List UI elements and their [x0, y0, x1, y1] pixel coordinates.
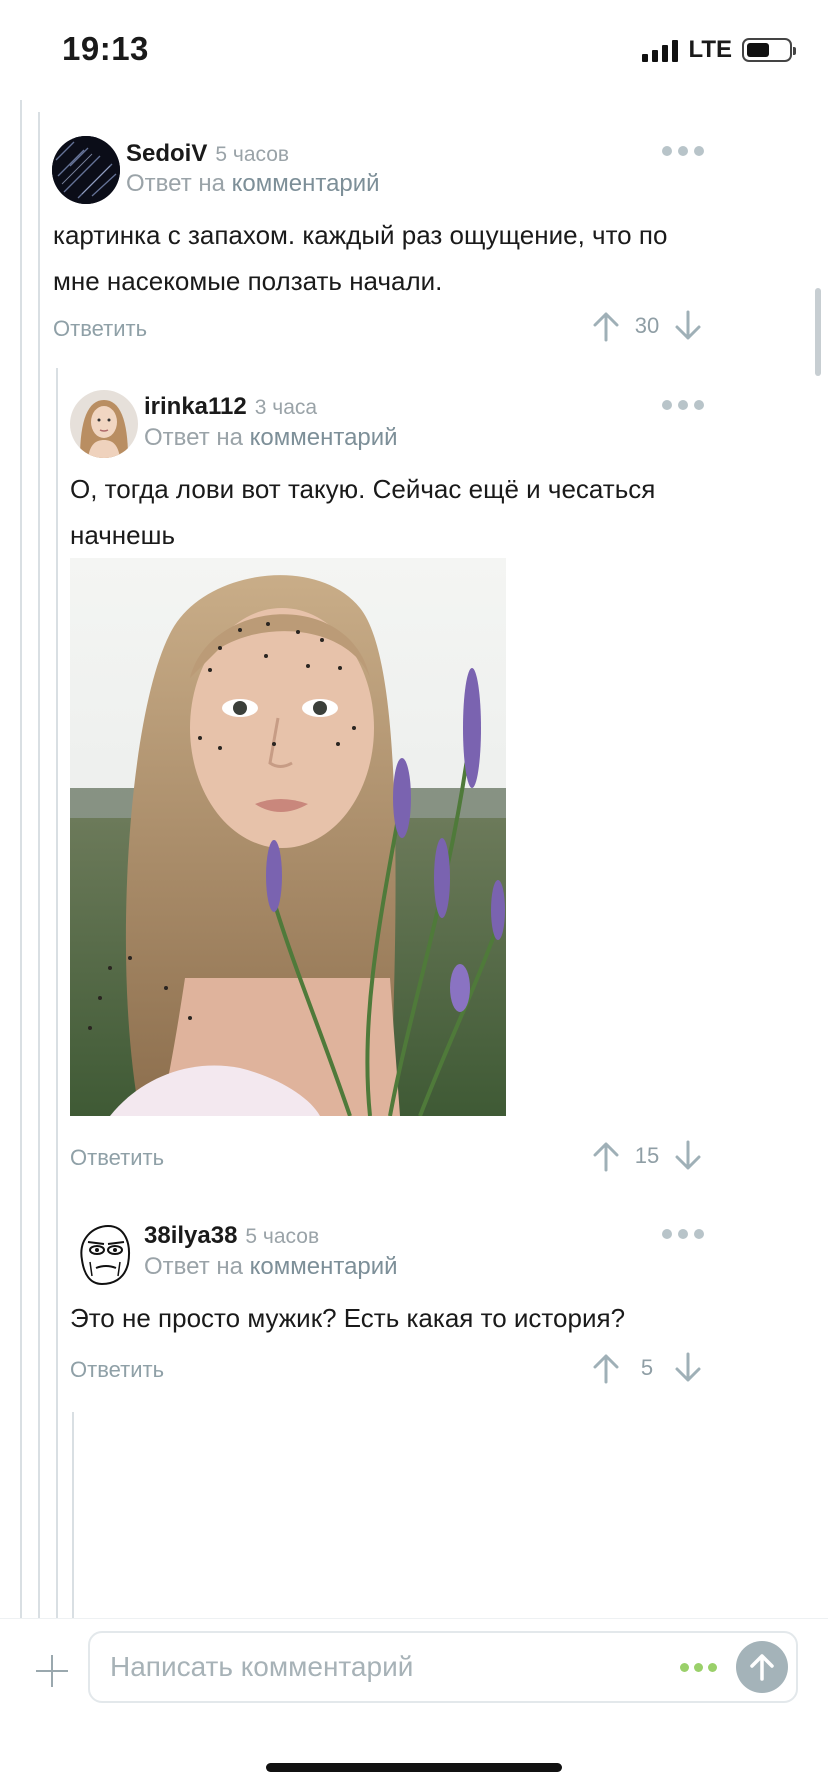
rating-count: 5 — [640, 1355, 654, 1380]
woman-with-mosquitoes-and-lavender-photo-icon — [70, 558, 506, 1116]
scrollbar[interactable] — [815, 288, 821, 376]
status-indicators: LTE — [642, 36, 796, 64]
comment-author[interactable]: SedoiV 5 часов — [126, 140, 289, 168]
rating-count: 15 — [634, 1143, 660, 1168]
comment-text: картинка с запахом. каждый раз ощущение,… — [53, 212, 773, 304]
woman-portrait-avatar-icon — [70, 390, 138, 458]
comment-text-line: начнешь — [70, 520, 176, 550]
avatar[interactable] — [70, 1220, 138, 1288]
thread-line-level-2 — [56, 368, 58, 1620]
home-indicator[interactable] — [266, 1763, 562, 1772]
comment-time: 5 часов — [215, 143, 290, 166]
comment-text: Это не просто мужик? Есть какая то истор… — [70, 1295, 790, 1341]
thread-line-level-3 — [72, 1412, 74, 1620]
reply-prefix: Ответ на — [144, 424, 243, 451]
send-button[interactable] — [736, 1641, 788, 1693]
avatar[interactable] — [52, 136, 120, 204]
send-arrow-icon — [750, 1654, 774, 1681]
comment-text: О, тогда лови вот такую. Сейчас ещё и че… — [70, 466, 790, 558]
comment-text-line: Это не просто мужик? Есть какая то истор… — [70, 1303, 626, 1333]
vote-controls: 15 — [590, 1140, 704, 1172]
reply-button[interactable]: Ответить — [70, 1357, 164, 1383]
reply-prefix: Ответ на — [126, 170, 225, 197]
downvote-arrow-icon[interactable] — [672, 310, 704, 342]
reply-button[interactable]: Ответить — [70, 1145, 164, 1171]
upvote-arrow-icon[interactable] — [590, 1352, 622, 1384]
me-gusta-meme-avatar-icon — [70, 1220, 138, 1288]
downvote-arrow-icon[interactable] — [672, 1352, 704, 1384]
reply-parent-link[interactable]: комментарий — [232, 170, 380, 197]
battery-icon — [742, 38, 796, 62]
more-options-icon[interactable] — [662, 1229, 704, 1239]
comment-composer-bar — [0, 1618, 828, 1792]
comment-text-line: О, тогда лови вот такую. Сейчас ещё и че… — [70, 474, 656, 504]
reply-parent-link[interactable]: комментарий — [250, 1253, 398, 1280]
comment-author[interactable]: 38ilya38 5 часов — [144, 1222, 319, 1250]
comment-text-line: картинка с запахом. каждый раз ощущение,… — [53, 220, 668, 250]
dark-lines-avatar-icon — [52, 136, 120, 204]
rating-count: 30 — [634, 313, 660, 338]
upvote-arrow-icon[interactable] — [590, 310, 622, 342]
status-time: 19:13 — [62, 30, 149, 67]
reply-button[interactable]: Ответить — [53, 316, 147, 342]
status-bar: 19:13 LTE — [0, 0, 828, 100]
downvote-arrow-icon[interactable] — [672, 1140, 704, 1172]
author-name[interactable]: SedoiV — [126, 140, 207, 167]
author-name[interactable]: 38ilya38 — [144, 1222, 237, 1249]
vote-controls: 30 — [590, 310, 704, 342]
comment-photo[interactable] — [70, 558, 506, 1116]
upvote-arrow-icon[interactable] — [590, 1140, 622, 1172]
vote-controls: 5 — [590, 1352, 704, 1384]
reply-to: Ответ на комментарий — [126, 170, 380, 198]
reply-prefix: Ответ на — [144, 1253, 243, 1280]
thread-line-level-1 — [38, 112, 40, 1620]
reply-to: Ответ на комментарий — [144, 424, 398, 452]
author-name[interactable]: irinka112 — [144, 393, 247, 420]
comment-time: 5 часов — [245, 1225, 320, 1248]
more-options-icon[interactable] — [662, 400, 704, 410]
thread-line-root — [20, 80, 22, 1620]
cellular-signal-icon — [642, 38, 679, 62]
comment-time: 3 часа — [254, 396, 318, 419]
network-type: LTE — [688, 36, 732, 63]
avatar[interactable] — [70, 390, 138, 458]
comment-author[interactable]: irinka112 3 часа — [144, 393, 317, 421]
reply-parent-link[interactable]: комментарий — [250, 424, 398, 451]
add-attachment-icon[interactable] — [36, 1655, 68, 1687]
more-options-icon[interactable] — [662, 146, 704, 156]
reply-to: Ответ на комментарий — [144, 1253, 398, 1281]
comment-text-line: мне насекомые ползать начали. — [53, 266, 443, 296]
more-options-icon[interactable] — [680, 1663, 717, 1672]
